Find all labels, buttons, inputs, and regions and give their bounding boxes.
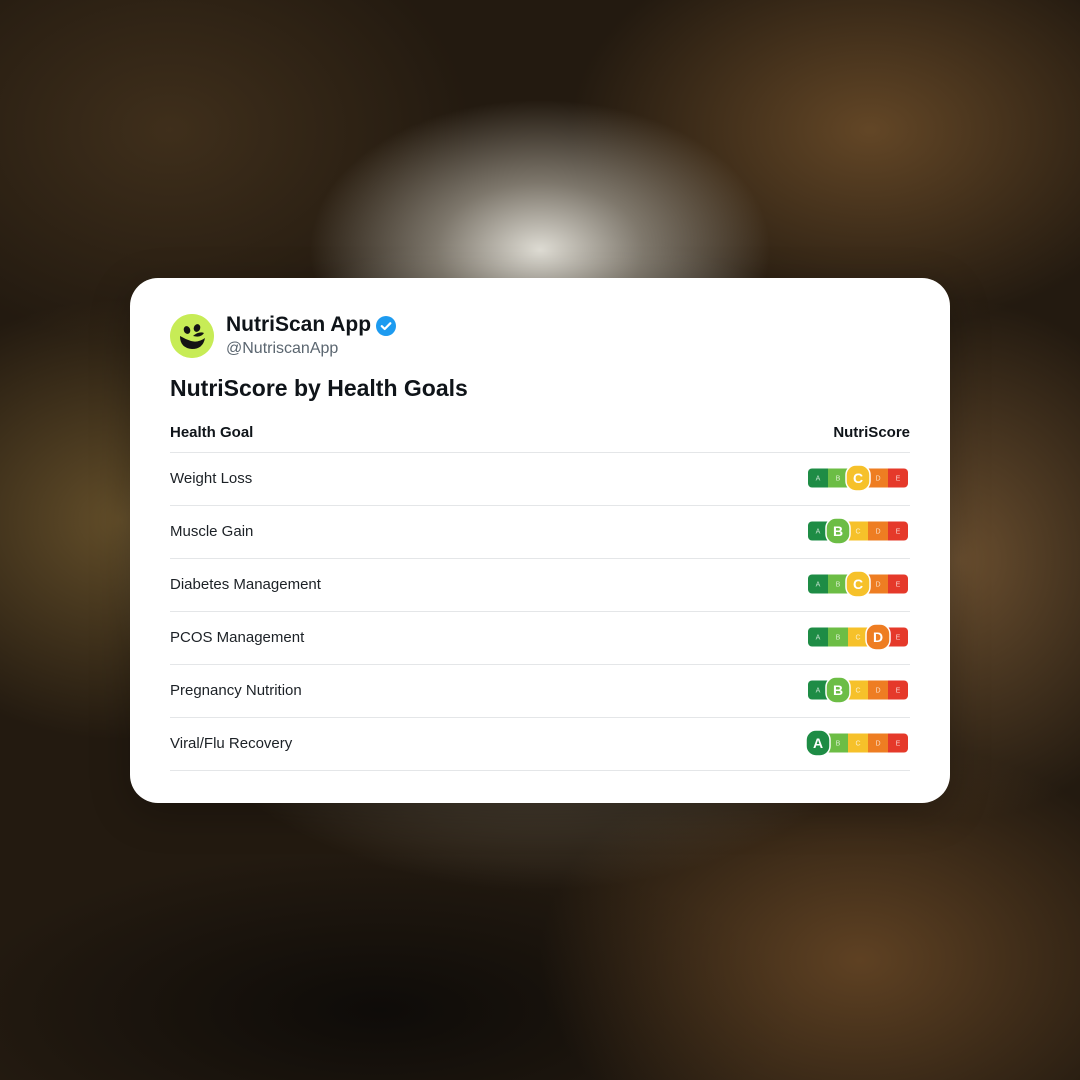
grade-letter-b: B bbox=[836, 476, 841, 483]
grade-letter-d: D bbox=[875, 741, 880, 748]
nutriscore-badge: ABDEC bbox=[806, 464, 910, 492]
table-row: Viral/Flu Recovery B C D E A bbox=[170, 718, 910, 771]
table-row: Pregnancy Nutrition A C D E B bbox=[170, 665, 910, 718]
grade-letter-a: A bbox=[816, 529, 821, 536]
goal-label: PCOS Management bbox=[170, 629, 305, 646]
grade-letter-c: C bbox=[855, 529, 860, 536]
profile-handle[interactable]: @NutriscanApp bbox=[226, 340, 338, 358]
grade-letter-e: E bbox=[896, 688, 901, 695]
active-grade-letter: A bbox=[813, 735, 823, 751]
grade-letter-c: C bbox=[855, 741, 860, 748]
grade-letter-c: C bbox=[855, 635, 860, 642]
grade-letter-a: A bbox=[816, 582, 821, 589]
nutriscore-table: Health Goal NutriScore Weight Loss A B D E C… bbox=[170, 418, 910, 771]
goal-label: Muscle Gain bbox=[170, 523, 254, 540]
grade-letter-c: C bbox=[855, 688, 860, 695]
goal-label: Pregnancy Nutrition bbox=[170, 682, 302, 699]
nutriscore-badge: ABDEC bbox=[806, 570, 910, 598]
table-row: PCOS Management A B C E D bbox=[170, 612, 910, 665]
table-row: Weight Loss A B D E C bbox=[170, 453, 910, 506]
goal-label: Viral/Flu Recovery bbox=[170, 735, 293, 752]
active-grade-letter: D bbox=[873, 629, 883, 645]
grade-letter-e: E bbox=[896, 476, 901, 483]
grade-letter-e: E bbox=[896, 529, 901, 536]
nutriscore-scale: A C D EB bbox=[808, 676, 908, 704]
active-grade-letter: C bbox=[853, 576, 863, 592]
active-grade-letter: B bbox=[833, 523, 843, 539]
grade-letter-e: E bbox=[896, 635, 901, 642]
grade-letter-a: A bbox=[816, 476, 821, 483]
verified-badge-icon bbox=[376, 316, 396, 336]
table-row: Muscle Gain A C D E B bbox=[170, 506, 910, 559]
avatar[interactable] bbox=[170, 314, 214, 358]
nutriscore-badge: BCDEA bbox=[805, 729, 910, 757]
post-card: NutriScan App @NutriscanApp NutriScore b… bbox=[130, 278, 950, 803]
grade-letter-b: B bbox=[836, 741, 841, 748]
grade-letter-d: D bbox=[875, 476, 880, 483]
header-nutriscore: NutriScore bbox=[833, 424, 910, 441]
active-grade-letter: C bbox=[853, 470, 863, 486]
table-row: Diabetes Management A B D E C bbox=[170, 559, 910, 612]
grade-letter-e: E bbox=[896, 741, 901, 748]
table-header: Health Goal NutriScore bbox=[170, 418, 910, 453]
nutriscore-badge: ACDEB bbox=[806, 676, 910, 704]
nutriscore-scale: A B D EC bbox=[808, 464, 908, 492]
grade-letter-d: D bbox=[875, 529, 880, 536]
nutriscore-scale: B C D EA bbox=[805, 729, 908, 757]
goal-label: Weight Loss bbox=[170, 470, 253, 487]
nutriscore-scale: A B D EC bbox=[808, 570, 908, 598]
nutriscore-badge: ACDEB bbox=[806, 517, 910, 545]
nutriscore-scale: A B C ED bbox=[808, 623, 908, 651]
goal-label: Diabetes Management bbox=[170, 576, 321, 593]
grade-letter-a: A bbox=[816, 688, 821, 695]
active-grade-letter: B bbox=[833, 682, 843, 698]
grade-letter-e: E bbox=[896, 582, 901, 589]
profile-name[interactable]: NutriScan App bbox=[226, 313, 371, 337]
post-title: NutriScore by Health Goals bbox=[170, 375, 468, 401]
grade-letter-d: D bbox=[875, 688, 880, 695]
nutriscore-badge: ABCED bbox=[806, 623, 910, 651]
grade-letter-d: D bbox=[875, 582, 880, 589]
header-health-goal: Health Goal bbox=[170, 424, 254, 441]
smiling-leaf-logo-icon bbox=[170, 314, 214, 358]
grade-letter-a: A bbox=[816, 635, 821, 642]
grade-letter-b: B bbox=[836, 582, 841, 589]
nutriscore-scale: A C D EB bbox=[808, 517, 908, 545]
grade-letter-b: B bbox=[836, 635, 841, 642]
